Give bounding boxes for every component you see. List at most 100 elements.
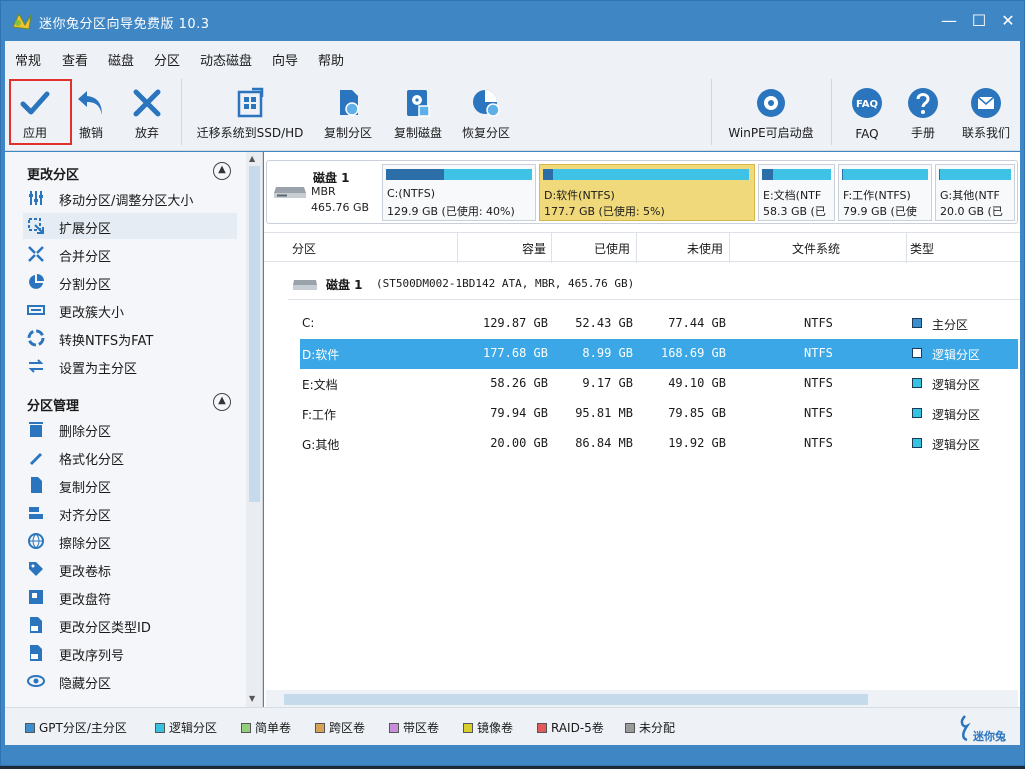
legend-label: 未分配 (639, 721, 676, 735)
maximize-button[interactable]: ☐ (967, 9, 991, 33)
manual-button[interactable]: 手册 (897, 75, 949, 149)
copy-disk-button[interactable]: 复制磁盘 (387, 75, 449, 149)
menu-partition[interactable]: 分区 (154, 50, 180, 69)
sidebar-item-label: 更改簇大小 (59, 306, 125, 321)
sidebar-item-change-type-id[interactable]: 更改分区类型ID (23, 612, 237, 638)
sidebar-item-hide[interactable]: 隐藏分区 (23, 668, 237, 694)
table-horizontal-scrollbar[interactable] (266, 690, 1018, 707)
copy-partition-button[interactable]: 复制分区 (317, 75, 379, 149)
partition-used-fill (543, 169, 554, 180)
discard-x-icon (133, 89, 161, 117)
sidebar-item-merge[interactable]: 合并分区 (23, 241, 237, 267)
partition-row[interactable]: G:其他 20.00 GB 86.84 MB 19.92 GB NTFS 逻辑分区 (300, 429, 1018, 459)
contact-us-button[interactable]: 联系我们 (955, 75, 1017, 149)
sidebar-item-split[interactable]: 分割分区 (23, 269, 237, 295)
sidebar-item-label: 更改卷标 (59, 565, 112, 580)
partition-size-label: 177.7 GB (已使用: 5%) (544, 205, 665, 218)
menu-help[interactable]: 帮助 (318, 50, 344, 69)
column-separator[interactable] (457, 233, 458, 263)
column-header-filesystem[interactable]: 文件系统 (792, 240, 840, 257)
partition-size-label: 129.9 GB (已使用: 40%) (387, 205, 515, 218)
sidebar-item-set-primary[interactable]: 设置为主分区 (23, 353, 237, 379)
brand-name: 迷你兔 (973, 730, 1006, 743)
cell-used: 86.84 MB (575, 436, 633, 450)
cell-used: 52.43 GB (575, 316, 633, 330)
disk-row-label: 磁盘 1 (326, 278, 363, 292)
cell-name: D:软件 (302, 348, 340, 362)
toolbar-separator (181, 79, 182, 145)
column-header-unused[interactable]: 未使用 (687, 240, 723, 257)
winpe-bootable-button[interactable]: WinPE可启动盘 (721, 75, 821, 149)
horizontal-scroll-thumb[interactable] (284, 694, 868, 705)
partition-block-c[interactable]: C:(NTFS) 129.9 GB (已使用: 40%) (382, 164, 536, 221)
partition-block-d[interactable]: D:软件(NTFS) 177.7 GB (已使用: 5%) (539, 164, 755, 221)
scroll-up-icon[interactable]: ▲ (249, 154, 255, 163)
undo-button[interactable]: 撤销 (63, 75, 119, 149)
sidebar-item-align[interactable]: 对齐分区 (23, 500, 237, 526)
sidebar-item-wipe[interactable]: 擦除分区 (23, 528, 237, 554)
sidebar-scroll-thumb[interactable] (249, 166, 260, 502)
sidebar-item-change-serial[interactable]: 更改序列号 (23, 640, 237, 666)
sidebar-item-delete[interactable]: 删除分区 (23, 416, 237, 442)
collapse-up-icon[interactable]: ▲ (213, 162, 231, 180)
disk-name: 磁盘 1 (313, 171, 350, 185)
column-separator[interactable] (636, 233, 637, 263)
menu-view[interactable]: 查看 (62, 50, 88, 69)
column-separator[interactable] (551, 233, 552, 263)
partition-block-f[interactable]: F:工作(NTFS) 79.9 GB (已使 (838, 164, 932, 221)
sidebar-item-move-resize[interactable]: 移动分区/调整分区大小 (23, 185, 237, 211)
sidebar-item-label: 设置为主分区 (59, 362, 138, 377)
sidebar-scrollbar[interactable]: ▲ ▼ (246, 152, 262, 707)
partition-block-e[interactable]: E:文档(NTF 58.3 GB (已 (758, 164, 835, 221)
sidebar-item-extend[interactable]: 扩展分区 (23, 213, 237, 239)
sidebar-item-format[interactable]: 格式化分区 (23, 444, 237, 470)
cell-type: 逻辑分区 (932, 378, 981, 392)
merge-icon (28, 246, 44, 262)
migrate-os-button[interactable]: 迁移系统到SSD/HD (195, 75, 305, 149)
collapse-up-icon[interactable]: ▲ (213, 393, 231, 411)
legend-label: 简单卷 (255, 721, 292, 735)
mail-envelope-icon (971, 88, 1001, 118)
sidebar-item-convert-ntfs-fat[interactable]: 转换NTFS为FAT (23, 325, 237, 351)
scroll-down-icon[interactable]: ▼ (249, 694, 255, 703)
disk-info-block[interactable]: 磁盘 1 MBR 465.76 GB (271, 163, 379, 221)
menu-general[interactable]: 常规 (15, 50, 41, 69)
title-bar[interactable]: 迷你兔分区向导免费版 10.3 — ☐ ✕ (1, 1, 1024, 41)
sidebar-item-change-letter[interactable]: 更改盘符 (23, 584, 237, 610)
partition-row[interactable]: D:软件 177.68 GB 8.99 GB 168.69 GB NTFS 逻辑分区 (300, 339, 1018, 369)
drive-letter-icon (29, 590, 43, 604)
menu-disk[interactable]: 磁盘 (108, 50, 134, 69)
partition-row[interactable]: F:工作 79.94 GB 95.81 MB 79.85 GB NTFS 逻辑分区 (300, 399, 1018, 429)
recover-partition-button[interactable]: 恢复分区 (455, 75, 517, 149)
minimize-button[interactable]: — (937, 9, 961, 33)
column-separator[interactable] (906, 233, 907, 263)
close-button[interactable]: ✕ (996, 9, 1020, 33)
column-header-type[interactable]: 类型 (910, 240, 934, 257)
migrate-os-icon (237, 87, 264, 118)
sidebar-item-change-label[interactable]: 更改卷标 (23, 556, 237, 582)
column-header-capacity[interactable]: 容量 (522, 240, 546, 257)
disk-row[interactable]: 磁盘 1 (ST500DM002-1BD142 ATA, MBR, 465.76… (288, 270, 1020, 300)
menu-wizard[interactable]: 向导 (272, 50, 298, 69)
cell-type: 逻辑分区 (932, 348, 981, 362)
partition-type-swatch (912, 438, 922, 448)
partition-row[interactable]: E:文档 58.26 GB 9.17 GB 49.10 GB NTFS 逻辑分区 (300, 369, 1018, 399)
column-header-used[interactable]: 已使用 (594, 240, 630, 257)
undo-label: 撤销 (78, 126, 103, 140)
partition-label: E:文档(NTF (763, 189, 822, 202)
column-header-partition[interactable]: 分区 (292, 240, 316, 257)
partition-row[interactable]: C: 129.87 GB 52.43 GB 77.44 GB NTFS 主分区 (300, 309, 1018, 339)
resize-sliders-icon (29, 191, 43, 205)
column-separator[interactable] (729, 233, 730, 263)
sidebar-item-cluster-size[interactable]: 更改簇大小 (23, 297, 237, 323)
partition-block-g[interactable]: G:其他(NTF 20.0 GB (已 (935, 164, 1015, 221)
legend-item: GPT分区/主分区 (25, 719, 127, 736)
sidebar-item-copy[interactable]: 复制分区 (23, 472, 237, 498)
faq-button[interactable]: FAQ FAQ (841, 75, 893, 149)
legend-label: 带区卷 (403, 721, 440, 735)
menu-dynamic-disk[interactable]: 动态磁盘 (200, 50, 252, 69)
legend-swatch (315, 723, 325, 733)
discard-button[interactable]: 放弃 (119, 75, 175, 149)
app-logo-icon (12, 12, 32, 30)
cell-fs: NTFS (804, 316, 833, 330)
